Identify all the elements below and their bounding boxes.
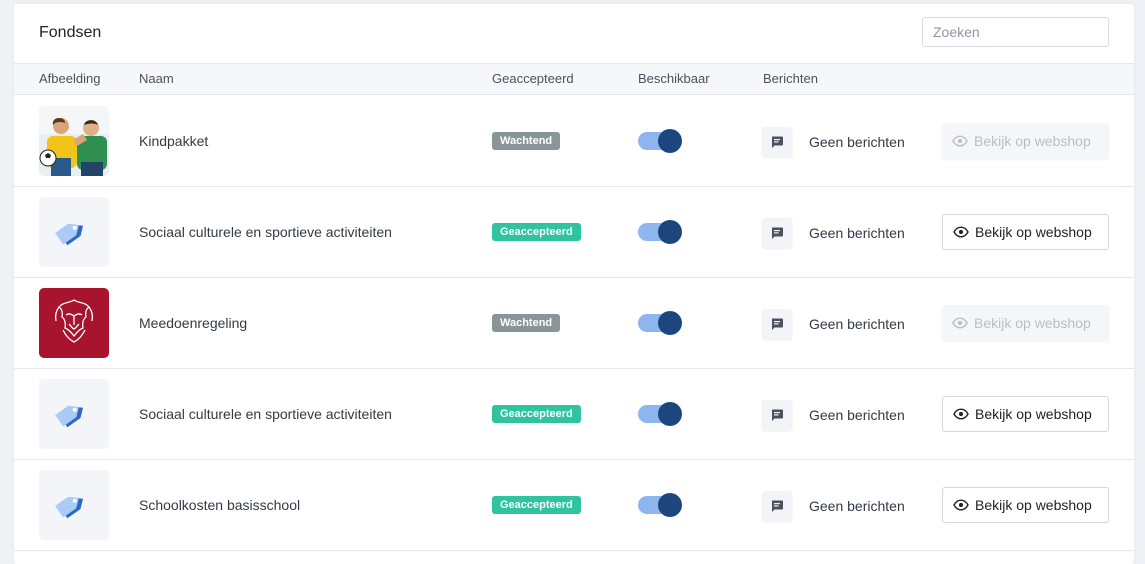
view-on-webshop-label: Bekijk op webshop — [975, 497, 1092, 513]
status-badge: Geaccepteerd — [492, 496, 581, 514]
message-icon[interactable] — [762, 491, 792, 521]
view-on-webshop-button[interactable]: Bekijk op webshop — [942, 123, 1109, 159]
table-row: Schoolkosten basisschool Geaccepteerd Ge… — [14, 460, 1134, 551]
table-row: Sociaal culturele en sportieve activitei… — [14, 369, 1134, 460]
messages-label: Geen berichten — [809, 316, 905, 332]
funds-card: Fondsen Afbeelding Naam Geaccepteerd Bes… — [14, 4, 1134, 564]
message-icon[interactable] — [762, 127, 792, 157]
fund-name: Sociaal culturele en sportieve activitei… — [139, 224, 392, 240]
availability-toggle[interactable] — [638, 493, 683, 517]
fund-image — [39, 379, 109, 449]
view-on-webshop-label: Bekijk op webshop — [974, 133, 1091, 149]
view-on-webshop-button[interactable]: Bekijk op webshop — [942, 487, 1109, 523]
view-on-webshop-button[interactable]: Bekijk op webshop — [942, 396, 1109, 432]
table-row: Kindpakket Wachtend Geen berichten Bekij… — [14, 96, 1134, 187]
messages-label: Geen berichten — [809, 498, 905, 514]
availability-toggle[interactable] — [638, 311, 683, 335]
toggle-knob — [658, 493, 682, 517]
availability-toggle[interactable] — [638, 402, 683, 426]
view-on-webshop-label: Bekijk op webshop — [975, 406, 1092, 422]
page-title: Fondsen — [39, 24, 102, 41]
fund-name: Sociaal culturele en sportieve activitei… — [139, 406, 392, 422]
fund-name: Schoolkosten basisschool — [139, 497, 301, 513]
card-header: Fondsen — [14, 4, 1134, 63]
status-badge: Geaccepteerd — [492, 405, 581, 423]
messages-label: Geen berichten — [809, 225, 905, 241]
table-row: Meedoenregeling Wachtend Geen berichten … — [14, 278, 1134, 369]
table-header: Afbeelding Naam Geaccepteerd Beschikbaar… — [14, 63, 1134, 95]
column-header-available: Beschikbaar — [638, 71, 710, 86]
column-header-image: Afbeelding — [39, 71, 101, 86]
fund-name: Kindpakket — [139, 133, 209, 149]
messages-label: Geen berichten — [809, 407, 905, 423]
message-icon[interactable] — [762, 218, 792, 248]
status-badge: Wachtend — [492, 314, 561, 332]
message-icon[interactable] — [762, 309, 792, 339]
eye-icon — [953, 408, 969, 420]
toggle-knob — [658, 220, 682, 244]
view-on-webshop-button[interactable]: Bekijk op webshop — [942, 305, 1109, 341]
search-input[interactable] — [922, 17, 1109, 47]
fund-image — [39, 197, 109, 267]
status-badge: Wachtend — [492, 132, 561, 150]
availability-toggle[interactable] — [638, 220, 683, 244]
toggle-knob — [658, 311, 682, 335]
status-badge: Geaccepteerd — [492, 223, 581, 241]
fund-image — [39, 288, 109, 358]
fund-image — [39, 470, 109, 540]
eye-icon — [952, 317, 968, 329]
column-header-messages: Berichten — [763, 71, 818, 86]
eye-icon — [952, 135, 968, 147]
toggle-knob — [658, 129, 682, 153]
messages-label: Geen berichten — [809, 134, 905, 150]
eye-icon — [953, 226, 969, 238]
availability-toggle[interactable] — [638, 129, 683, 153]
fund-image — [39, 106, 109, 176]
view-on-webshop-label: Bekijk op webshop — [975, 224, 1092, 240]
eye-icon — [953, 499, 969, 511]
view-on-webshop-button[interactable]: Bekijk op webshop — [942, 214, 1109, 250]
table-row: Sociaal culturele en sportieve activitei… — [14, 187, 1134, 278]
view-on-webshop-label: Bekijk op webshop — [974, 315, 1091, 331]
toggle-knob — [658, 402, 682, 426]
column-header-name: Naam — [139, 71, 174, 86]
column-header-accepted: Geaccepteerd — [492, 71, 574, 86]
message-icon[interactable] — [762, 400, 792, 430]
fund-name: Meedoenregeling — [139, 315, 248, 331]
